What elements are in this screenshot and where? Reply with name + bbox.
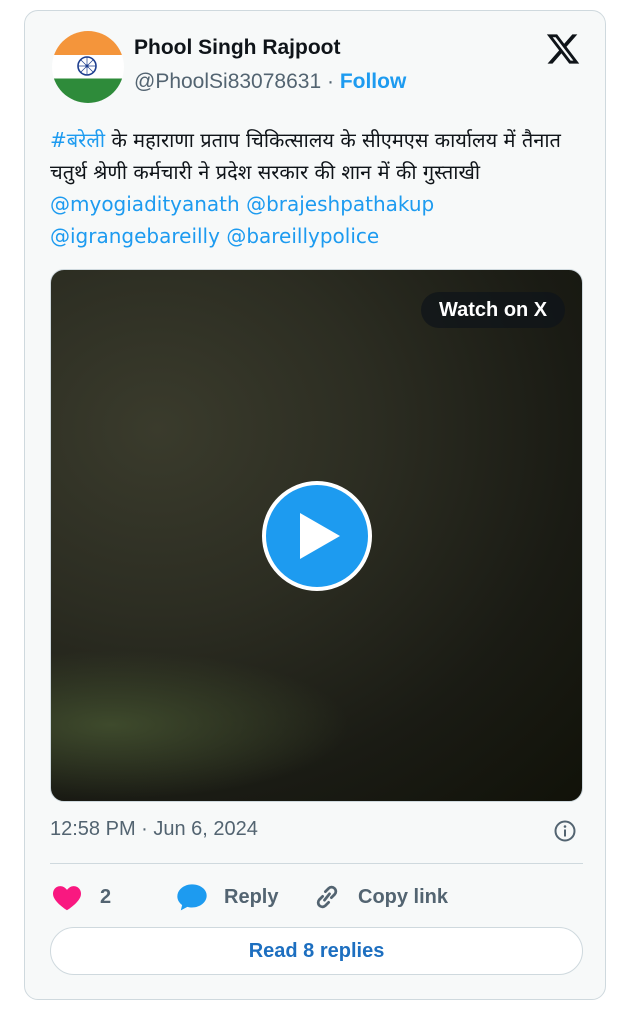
tweet-card: Phool Singh Rajpoot @PhoolSi83078631 · F…	[24, 10, 606, 1000]
copy-link-button[interactable]: Copy link	[312, 877, 448, 917]
author-handle-row: @PhoolSi83078631 · Follow	[134, 70, 406, 94]
video-frame	[51, 650, 351, 800]
info-icon[interactable]	[553, 819, 577, 843]
follow-button[interactable]: Follow	[340, 70, 407, 93]
watch-on-x-button[interactable]: Watch on X	[421, 292, 566, 328]
action-bar: 2 Reply Copy link	[50, 877, 583, 917]
x-logo-icon[interactable]	[545, 31, 581, 67]
heart-icon	[53, 886, 81, 911]
mention-link[interactable]: @myogiadityanath	[50, 192, 240, 216]
reply-button[interactable]: Reply	[176, 877, 278, 917]
author-handle[interactable]: @PhoolSi83078631	[134, 70, 321, 93]
reply-label: Reply	[224, 885, 279, 908]
read-replies-button[interactable]: Read 8 replies	[50, 927, 583, 975]
mention-link[interactable]: @bareillypolice	[226, 224, 379, 248]
chakra-icon	[77, 56, 97, 76]
speech-bubble-icon	[177, 884, 207, 911]
handle-separator: ·	[321, 70, 340, 93]
copy-link-label: Copy link	[358, 885, 449, 908]
play-icon	[300, 513, 340, 559]
tweet-body: के महाराणा प्रताप चिकित्सालय के सीएमएस क…	[50, 128, 561, 184]
play-button[interactable]	[262, 481, 372, 591]
video-player[interactable]: Watch on X	[50, 269, 583, 802]
hashtag-link[interactable]: #बरेली	[50, 128, 105, 152]
author-name[interactable]: Phool Singh Rajpoot	[134, 36, 340, 60]
tweet-text: #बरेली के महाराणा प्रताप चिकित्सालय के स…	[50, 124, 590, 252]
mention-link[interactable]: @igrangebareilly	[50, 224, 220, 248]
mention-link[interactable]: @brajeshpathakup	[246, 192, 434, 216]
like-count: 2	[100, 885, 112, 908]
divider	[50, 863, 583, 864]
avatar[interactable]	[52, 31, 124, 103]
tweet-timestamp[interactable]: 12:58 PM · Jun 6, 2024	[50, 818, 258, 841]
link-icon	[316, 885, 338, 909]
like-button[interactable]: 2	[52, 877, 111, 917]
